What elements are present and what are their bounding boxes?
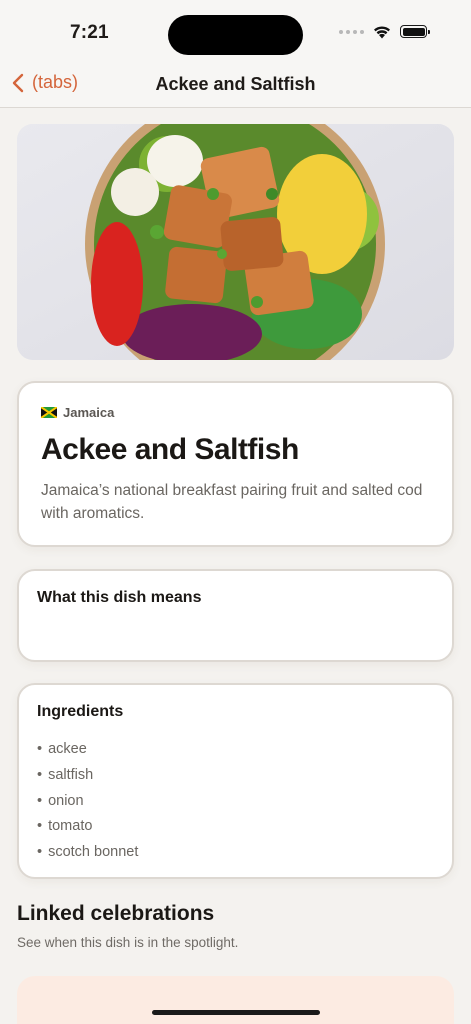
ingredient-label: scotch bonnet (48, 844, 139, 861)
ingredient-label: saltfish (48, 766, 94, 783)
salad-bowl-photo (17, 124, 454, 360)
list-item: • saltfish (37, 766, 94, 783)
country-name: Jamaica (63, 405, 115, 420)
linked-celebrations-subtitle: See when this dish is in the spotlight. (17, 935, 239, 950)
country-row: Jamaica (41, 405, 114, 420)
home-indicator[interactable] (152, 1010, 320, 1015)
status-bar: 7:21 (0, 0, 471, 66)
ingredient-label: ackee (48, 741, 87, 757)
ingredients-heading: Ingredients (37, 703, 124, 720)
list-item: • ackee (37, 741, 87, 757)
linked-celebrations-title: Linked celebrations (17, 902, 215, 925)
ingredient-label: onion (48, 792, 84, 809)
dynamic-island (168, 15, 303, 55)
meaning-heading: What this dish means (37, 589, 202, 606)
dish-description: Jamaica’s national breakfast pairing fru… (41, 482, 423, 522)
battery-icon (400, 25, 430, 38)
dish-intro-card: Jamaica Ackee and Saltfish Jamaica’s nat… (17, 381, 454, 547)
ingredients-card: Ingredients • ackee • saltfish • onion • tom… (17, 683, 454, 879)
signal-icon (339, 29, 364, 34)
status-icons (339, 24, 430, 39)
celebration-card[interactable] (17, 976, 454, 1024)
list-item: • scotch bonnet (37, 844, 139, 861)
page-title: Ackee and Saltfish (155, 74, 316, 94)
navigation-bar: (tabs) Ackee and Saltfish (0, 66, 471, 108)
ingredient-list: • ackee • saltfish • onion • tomato • scotch … (37, 737, 138, 866)
dish-title: Ackee and Saltfish (41, 433, 299, 466)
dish-meaning-card: What this dish means (17, 569, 454, 662)
status-time: 7:21 (70, 22, 109, 43)
ingredient-label: tomato (48, 818, 93, 835)
jamaica-flag-icon (41, 407, 57, 418)
list-item: • onion (37, 792, 84, 809)
wifi-icon (374, 26, 390, 39)
hero-image (17, 124, 454, 360)
list-item: • tomato (37, 818, 93, 835)
